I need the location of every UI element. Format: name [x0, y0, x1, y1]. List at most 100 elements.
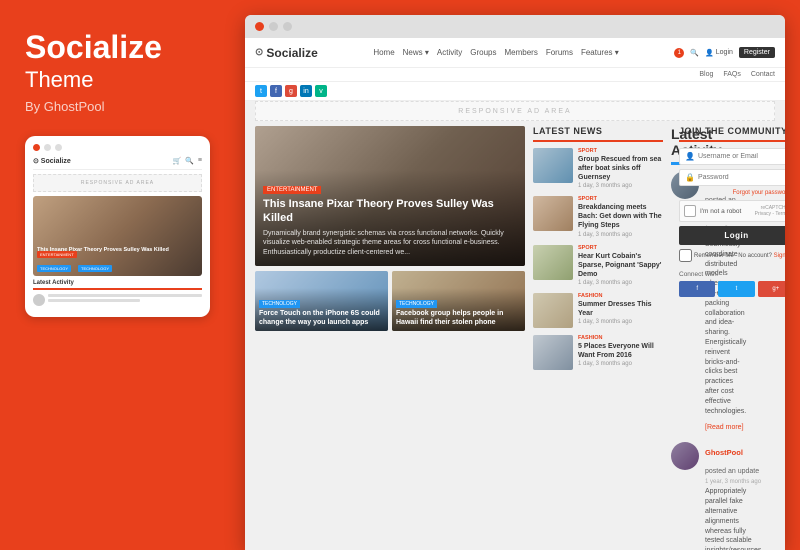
subnav-blog[interactable]: Blog: [699, 71, 713, 78]
news-meta-4: 1 day, 3 months ago: [578, 319, 663, 325]
social-bar: t f g in v: [245, 82, 785, 101]
captcha-logo: reCAPTCHAPrivacy - Terms: [755, 205, 785, 217]
hero-overlay: ENTERTAINMENT This Insane Pixar Theory P…: [255, 170, 525, 266]
password-input-wrapper: 🔒: [679, 169, 785, 186]
facebook-icon[interactable]: f: [270, 85, 282, 97]
news-meta-2: 1 day, 3 months ago: [578, 232, 663, 238]
news-cat-3: SPORT: [578, 245, 663, 251]
login-button[interactable]: 👤 Login: [705, 49, 733, 57]
featured-area: ENTERTAINMENT This Insane Pixar Theory P…: [255, 126, 525, 545]
search-icon[interactable]: 🔍: [690, 49, 699, 57]
login-form: 👤 🔒 Forgot your password? I'm not a robo…: [679, 148, 785, 297]
brand-title: Socialize: [25, 30, 215, 65]
social-connect-buttons: f t g+: [679, 281, 785, 297]
mobile-text-line-1: [48, 294, 202, 297]
remember-text: Remember Me: [694, 253, 734, 259]
left-panel: Socialize Theme By GhostPool ⊙ Socialize…: [0, 0, 240, 550]
mobile-hero-badge2: TECHNOLOGY: [37, 265, 71, 272]
mobile-icons: 🛒 🔍 ≡: [172, 157, 202, 165]
connect-row: Connect with: f t g+: [679, 271, 785, 297]
mobile-hero-badge: ENTERTAINMENT: [37, 251, 77, 258]
news-cat-4: FASHION: [578, 293, 663, 299]
facebook-connect-btn[interactable]: f: [679, 281, 715, 297]
site-subnav: Blog FAQs Contact: [245, 68, 785, 82]
side-category-2: TECHNOLOGY: [396, 300, 437, 308]
side-title-1: Force Touch on the iPhone 6S could chang…: [259, 310, 384, 327]
cart-badge[interactable]: 1: [674, 48, 684, 58]
community-column: JOIN THE COMMUNITY 👤 🔒 Forgot your passw…: [679, 126, 785, 545]
mobile-dot-1: [33, 144, 40, 151]
brand-by: By GhostPool: [25, 99, 215, 114]
remember-row: Remember Me No account? Sign up: [679, 249, 785, 262]
community-header: JOIN THE COMMUNITY: [679, 126, 785, 142]
signup-link[interactable]: Sign up: [774, 253, 785, 259]
no-account-text: No account? Sign up: [738, 253, 785, 259]
mobile-logo: ⊙ Socialize: [33, 157, 71, 165]
nav-features[interactable]: Features ▾: [581, 48, 619, 57]
side-articles: TECHNOLOGY Force Touch on the iPhone 6S …: [255, 271, 525, 331]
news-thumb-2: [533, 196, 573, 231]
news-thumb-1: [533, 148, 573, 183]
news-meta-1: 1 day, 3 months ago: [578, 183, 663, 189]
news-meta-3: 1 day, 3 months ago: [578, 280, 663, 286]
hero-category: ENTERTAINMENT: [263, 186, 321, 194]
mobile-search-icon: 🔍: [185, 157, 194, 165]
side-category-1: TECHNOLOGY: [259, 300, 300, 308]
subnav-faqs[interactable]: FAQs: [723, 71, 741, 78]
browser-btn-close[interactable]: [255, 22, 264, 31]
news-title-1[interactable]: Group Rescued from sea after boat sinks …: [578, 155, 663, 182]
news-item-2: SPORT Breakdancing meets Bach: Get down …: [533, 196, 663, 237]
main-content: ENTERTAINMENT This Insane Pixar Theory P…: [245, 126, 785, 550]
password-input[interactable]: [698, 174, 785, 181]
mobile-latest-label: Latest Activity: [33, 280, 202, 290]
nav-groups[interactable]: Groups: [470, 48, 496, 57]
mobile-hero: This Insane Pixar Theory Proves Sulley W…: [33, 196, 202, 276]
browser-bar: [245, 15, 785, 38]
nav-home[interactable]: Home: [373, 48, 394, 57]
remember-checkbox[interactable]: [679, 249, 692, 262]
site-logo: ⊙ Socialize: [255, 46, 318, 60]
login-label: Login: [716, 49, 733, 56]
twitter-connect-btn[interactable]: t: [718, 281, 754, 297]
twitter-icon[interactable]: t: [255, 85, 267, 97]
vine-icon[interactable]: v: [315, 85, 327, 97]
nav-forums[interactable]: Forums: [546, 48, 573, 57]
ad-area: RESPONSIVE AD AREA: [255, 101, 775, 121]
news-item-1-content: SPORT Group Rescued from sea after boat …: [578, 148, 663, 189]
username-input[interactable]: [698, 153, 785, 160]
nav-members[interactable]: Members: [504, 48, 537, 57]
subnav-contact[interactable]: Contact: [751, 71, 775, 78]
news-column: LATEST NEWS SPORT Group Rescued from sea…: [533, 126, 663, 545]
mobile-latest-item-1: [33, 294, 202, 306]
register-button[interactable]: Register: [739, 47, 775, 58]
captcha-checkbox[interactable]: [684, 205, 696, 217]
gplus-icon[interactable]: g: [285, 85, 297, 97]
login-submit-button[interactable]: Login: [679, 226, 785, 245]
linkedin-icon[interactable]: in: [300, 85, 312, 97]
browser-btn-maximize[interactable]: [283, 22, 292, 31]
password-icon: 🔒: [685, 173, 695, 182]
mobile-text-line-2: [48, 299, 140, 302]
news-item-2-content: SPORT Breakdancing meets Bach: Get down …: [578, 196, 663, 237]
remember-label[interactable]: Remember Me: [679, 249, 734, 262]
news-thumb-3: [533, 245, 573, 280]
news-title-3[interactable]: Hear Kurt Cobain's Sparse, Poignant 'Sap…: [578, 252, 663, 279]
news-title-5[interactable]: 5 Places Everyone Will Want From 2016: [578, 342, 663, 360]
connect-label: Connect with:: [679, 271, 785, 278]
site-nav-right: 1 🔍 👤 Login Register: [674, 47, 775, 58]
site-logo-text: Socialize: [266, 46, 317, 60]
forgot-password-link[interactable]: Forgot your password?: [679, 190, 785, 196]
news-thumb-4: [533, 293, 573, 328]
browser-btn-minimize[interactable]: [269, 22, 278, 31]
mobile-text-block-1: [48, 294, 202, 304]
news-item-5-content: FASHION 5 Places Everyone Will Want From…: [578, 335, 663, 370]
news-item-4: FASHION Summer Dresses This Year 1 day, …: [533, 293, 663, 328]
site-navbar: ⊙ Socialize Home News ▾ Activity Groups …: [245, 38, 785, 68]
news-title-4[interactable]: Summer Dresses This Year: [578, 300, 663, 318]
nav-news[interactable]: News ▾: [403, 48, 429, 57]
browser-window: ⊙ Socialize Home News ▾ Activity Groups …: [245, 15, 785, 550]
google-connect-btn[interactable]: g+: [758, 281, 785, 297]
mobile-dot-2: [44, 144, 51, 151]
nav-activity[interactable]: Activity: [437, 48, 462, 57]
news-title-2[interactable]: Breakdancing meets Bach: Get down with T…: [578, 203, 663, 230]
